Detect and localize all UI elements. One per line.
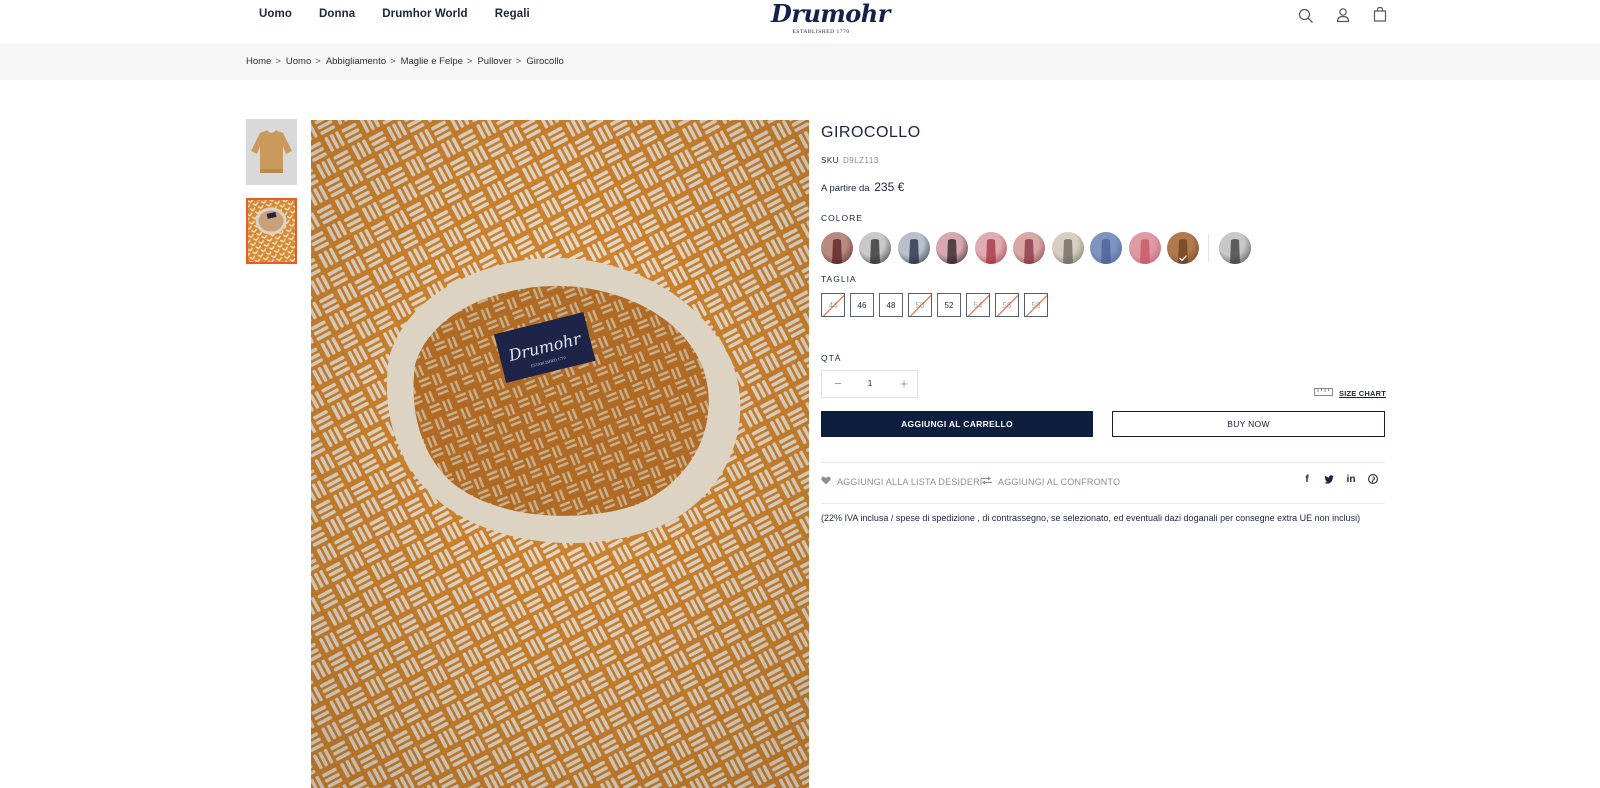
qty-value[interactable]: 1 <box>862 378 878 388</box>
shopping-bag-icon[interactable] <box>1370 4 1390 24</box>
swatch-divider <box>1208 234 1209 262</box>
color-swatch[interactable] <box>1013 232 1045 264</box>
nav-uomo[interactable]: Uomo <box>259 8 292 20</box>
color-swatch[interactable] <box>1167 232 1199 264</box>
quantity-stepper: − 1 + <box>821 370 918 398</box>
crumb-home[interactable]: Home <box>246 56 271 67</box>
facebook-icon[interactable]: f <box>1300 472 1314 486</box>
heart-icon <box>821 476 831 487</box>
breadcrumb-bar: Home > Uomo > Abbigliamento > Maglie e Felp… <box>0 43 1600 80</box>
product-sku: SKU D9LZ113 <box>821 156 879 165</box>
nav-regali[interactable]: Regali <box>495 8 530 20</box>
thumbnail-front-view[interactable] <box>246 119 297 185</box>
qty-label: QTÀ <box>821 353 842 363</box>
color-swatch[interactable] <box>936 232 968 264</box>
size-label: TAGLIA <box>821 274 857 284</box>
checkmark-icon <box>1167 232 1199 264</box>
wishlist-label: AGGIUNGI ALLA LISTA DESIDERI <box>837 476 983 487</box>
color-swatch[interactable] <box>1129 232 1161 264</box>
vat-note: (22% IVA inclusa / spese di spedizione ,… <box>821 513 1361 523</box>
price-amount: 235 € <box>874 180 905 194</box>
crumb-girocollo: Girocollo <box>526 56 564 67</box>
main-nav: Uomo Donna Drumhor World Regali <box>259 8 557 20</box>
size-option[interactable]: 52 <box>937 293 961 317</box>
size-option[interactable]: 44 <box>821 293 845 317</box>
product-price: A partire da 235 € <box>821 180 904 194</box>
color-swatch[interactable] <box>821 232 853 264</box>
linkedin-icon[interactable]: in <box>1344 472 1358 486</box>
product-main-image[interactable]: Drumohr ESTABLISHED 1770 <box>311 120 809 788</box>
size-chart-link[interactable]: SIZE CHART <box>1314 384 1386 402</box>
crumb-separator: > <box>390 56 396 67</box>
thumbnail-detail-view[interactable] <box>246 198 297 264</box>
qty-decrement-button[interactable]: − <box>830 376 846 392</box>
qty-increment-button[interactable]: + <box>896 376 912 392</box>
sku-label: SKU <box>821 156 839 165</box>
color-swatch[interactable] <box>1052 232 1084 264</box>
compare-label: AGGIUNGI AL CONFRONTO <box>998 476 1121 487</box>
add-to-cart-button[interactable]: AGGIUNGI AL CARRELLO <box>821 411 1093 437</box>
product-title: GIROCOLLO <box>821 124 921 141</box>
divider <box>821 503 1385 504</box>
user-icon[interactable] <box>1333 5 1353 25</box>
size-option[interactable]: 50 <box>908 293 932 317</box>
color-swatch[interactable] <box>859 232 891 264</box>
crumb-abbigliamento[interactable]: Abbigliamento <box>326 56 386 67</box>
nav-donna[interactable]: Donna <box>319 8 355 20</box>
crumb-maglie-felpe[interactable]: Maglie e Felpe <box>401 56 463 67</box>
compare-link[interactable]: AGGIUNGI AL CONFRONTO <box>981 476 1120 487</box>
buy-now-button[interactable]: BUY NOW <box>1112 411 1385 437</box>
size-option[interactable]: 56 <box>995 293 1019 317</box>
size-option[interactable]: 54 <box>966 293 990 317</box>
color-label: COLORE <box>821 213 863 223</box>
wishlist-link[interactable]: AGGIUNGI ALLA LISTA DESIDERI <box>821 476 982 487</box>
divider <box>821 462 1385 463</box>
size-chart-label[interactable]: SIZE CHART <box>1339 389 1386 398</box>
price-prefix: A partire da <box>821 183 870 194</box>
color-swatch[interactable] <box>1219 232 1251 264</box>
size-option[interactable]: 58 <box>1024 293 1048 317</box>
size-option[interactable]: 48 <box>879 293 903 317</box>
ruler-icon <box>1314 384 1333 402</box>
search-icon[interactable] <box>1296 6 1316 26</box>
logo-wordmark: Drumohr <box>771 0 890 28</box>
color-swatch[interactable] <box>975 232 1007 264</box>
color-swatch[interactable] <box>1090 232 1122 264</box>
crumb-separator: > <box>466 56 473 67</box>
logo-tagline: ESTABLISHED 1770 <box>792 29 850 35</box>
crumb-pullover[interactable]: Pullover <box>477 56 511 67</box>
pinterest-icon[interactable] <box>1366 472 1380 486</box>
compare-arrows-icon <box>981 476 992 487</box>
crumb-separator: > <box>315 56 321 67</box>
crumb-separator: > <box>515 56 522 67</box>
brand-logo[interactable]: Drumohr ESTABLISHED 1770 <box>771 0 890 35</box>
breadcrumb: Home > Uomo > Abbigliamento > Maglie e Felp… <box>246 56 568 67</box>
site-header: Uomo Donna Drumhor World Regali Drumohr … <box>0 0 1600 43</box>
crumb-separator: > <box>275 56 281 67</box>
size-option[interactable]: 46 <box>850 293 874 317</box>
color-swatch[interactable] <box>898 232 930 264</box>
nav-drumhor-world[interactable]: Drumhor World <box>382 8 467 20</box>
twitter-icon[interactable] <box>1322 472 1336 486</box>
crumb-uomo[interactable]: Uomo <box>286 56 311 67</box>
sku-value: D9LZ113 <box>842 156 879 165</box>
